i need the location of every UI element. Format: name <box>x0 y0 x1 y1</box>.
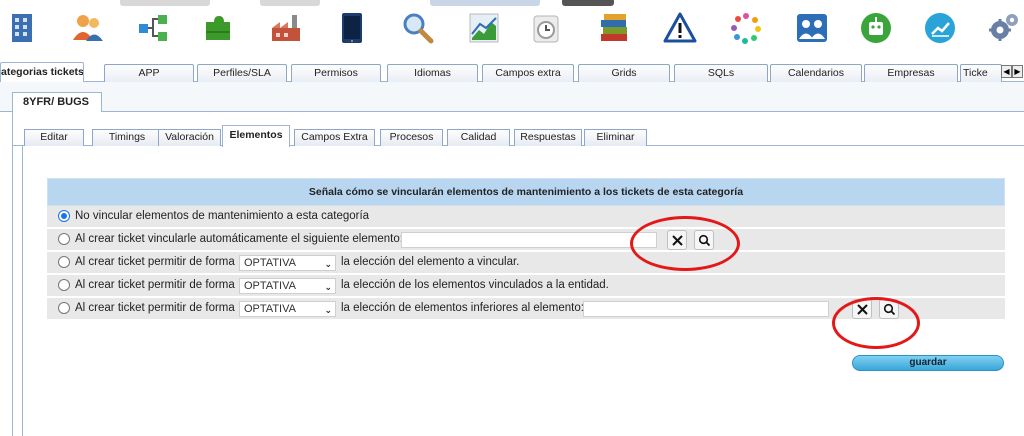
optional-choice-select[interactable]: OPTATIVA ⌄ <box>239 255 336 271</box>
tab-respuestas[interactable]: Respuestas <box>514 129 582 146</box>
chevron-down-icon: ⌄ <box>324 282 332 292</box>
trend-icon[interactable] <box>922 10 958 46</box>
tab-timings[interactable]: Timings <box>92 129 162 146</box>
optional-choice-select-value: OPTATIVA <box>244 257 296 269</box>
radio-entity-elements[interactable] <box>58 279 70 291</box>
radio-auto-link[interactable] <box>58 233 70 245</box>
chart-icon[interactable] <box>466 10 502 46</box>
tab-grids[interactable]: Grids <box>578 64 670 82</box>
sub-tab-bar: Editar Timings Valoración Elementos Camp… <box>12 124 1024 147</box>
auto-link-element-field[interactable] <box>401 232 657 248</box>
option-prefix-lower-elements: Al crear ticket permitir de forma <box>75 302 235 314</box>
warning-icon[interactable] <box>662 10 698 46</box>
tab-perfiles-sla[interactable]: Perfiles/SLA <box>197 64 287 82</box>
scroll-right-icon[interactable]: ▶ <box>1012 65 1023 78</box>
radio-optional-choice[interactable] <box>58 256 70 268</box>
lower-elements-field[interactable] <box>583 301 829 317</box>
tab-app[interactable]: APP <box>104 64 194 82</box>
option-prefix-optional-choice: Al crear ticket permitir de forma <box>75 256 235 268</box>
tab-categorias-tickets[interactable]: ategorias tickets <box>0 62 84 83</box>
tab-eliminar[interactable]: Eliminar <box>584 129 647 146</box>
radio-no-link[interactable] <box>58 210 70 222</box>
tab-campos-extra-sub[interactable]: Campos Extra <box>294 129 375 146</box>
dots-icon[interactable] <box>728 10 764 46</box>
option-suffix-lower-elements: la elección de elementos inferiores al e… <box>341 302 584 314</box>
option-suffix-optional-choice: la elección del elemento a vincular. <box>341 256 520 268</box>
option-row-no-link: No vincular elementos de mantenimiento a… <box>47 206 1005 229</box>
tab-permisos[interactable]: Permisos <box>291 64 381 82</box>
users-icon[interactable] <box>70 10 106 46</box>
option-text-auto-link: Al crear ticket vincularle automáticamen… <box>75 233 403 245</box>
building-icon[interactable] <box>4 10 40 46</box>
tablet-icon[interactable] <box>334 10 370 46</box>
subject-tab-8yfr-bugs[interactable]: 8YFR/ BUGS <box>12 92 102 113</box>
tab-editar[interactable]: Editar <box>24 129 84 146</box>
radio-lower-elements[interactable] <box>58 302 70 314</box>
books-icon[interactable] <box>596 10 632 46</box>
tab-valoracion[interactable]: Valoración <box>158 129 221 146</box>
tab-scroll-arrows[interactable]: ◀ ▶ <box>1001 65 1023 78</box>
team-icon[interactable] <box>794 10 830 46</box>
tab-idiomas[interactable]: Idiomas <box>387 64 478 82</box>
tab-procesos[interactable]: Procesos <box>380 129 443 146</box>
top-toolbar <box>0 0 1024 58</box>
tab-campos-extra[interactable]: Campos extra <box>482 64 574 82</box>
lower-elements-select[interactable]: OPTATIVA ⌄ <box>239 301 336 317</box>
subject-tab-bar: 8YFR/ BUGS <box>0 82 1024 113</box>
lower-elements-select-value: OPTATIVA <box>244 303 296 315</box>
entity-elements-select[interactable]: OPTATIVA ⌄ <box>239 278 336 294</box>
factory-icon[interactable] <box>268 10 304 46</box>
tab-calendarios[interactable]: Calendarios <box>770 64 862 82</box>
toolbar-top-strip <box>0 0 1024 6</box>
chevron-down-icon: ⌄ <box>324 305 332 315</box>
highlight-ellipse-lower-elements <box>832 297 920 349</box>
robot-icon[interactable] <box>858 10 894 46</box>
hierarchy-icon[interactable] <box>135 10 171 46</box>
option-row-entity-elements: Al crear ticket permitir de forma OPTATI… <box>47 275 1005 298</box>
option-text-no-link: No vincular elementos de mantenimiento a… <box>75 210 370 222</box>
clock-icon[interactable] <box>528 10 564 46</box>
puzzle-icon[interactable] <box>200 10 236 46</box>
tab-sqls[interactable]: SQLs <box>674 64 768 82</box>
option-prefix-entity-elements: Al crear ticket permitir de forma <box>75 279 235 291</box>
gears-icon[interactable] <box>986 10 1022 46</box>
option-row-auto-link: Al crear ticket vincularle automáticamen… <box>47 229 1005 252</box>
tab-calidad[interactable]: Calidad <box>447 129 510 146</box>
tab-tickets-truncated[interactable]: Ticke <box>960 64 1002 82</box>
highlight-ellipse-auto-link <box>630 216 740 271</box>
option-suffix-entity-elements: la elección de los elementos vinculados … <box>341 279 609 291</box>
panel-header: Señala cómo se vincularán elementos de m… <box>47 178 1005 206</box>
entity-elements-select-value: OPTATIVA <box>244 280 296 292</box>
search-icon[interactable] <box>400 10 436 46</box>
scroll-left-icon[interactable]: ◀ <box>1001 65 1012 78</box>
chevron-down-icon: ⌄ <box>324 259 332 269</box>
tab-empresas[interactable]: Empresas <box>864 64 958 82</box>
main-tab-bar: ategorias tickets APP Perfiles/SLA Permi… <box>0 62 1024 83</box>
save-button[interactable]: guardar <box>852 355 1004 371</box>
tab-elementos[interactable]: Elementos <box>222 125 290 147</box>
option-row-optional-choice: Al crear ticket permitir de forma OPTATI… <box>47 252 1005 275</box>
